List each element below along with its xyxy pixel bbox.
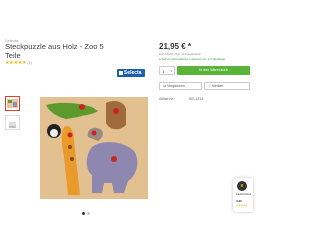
compare-label: Vergleichen: [167, 84, 185, 88]
delivery-status: ● Sofort versandfertig, Lieferzeit ca. 1…: [159, 57, 226, 61]
scales-icon: ⚖: [163, 84, 167, 88]
heart-icon: ♡: [208, 84, 212, 88]
compare-button[interactable]: ⚖ Vergleichen: [159, 82, 202, 90]
gallery-dot[interactable]: [82, 212, 85, 215]
product-title: Steckpuzzle aus Holz - Zoo 5 Teile: [5, 42, 104, 60]
thumbnail-label: Video: [8, 125, 17, 129]
price-note[interactable]: inkl. MwSt. zzgl. Versandkosten: [159, 52, 201, 56]
add-to-cart-button[interactable]: In den Warenkorb: [177, 66, 250, 75]
trusted-shops-seal-icon: e: [237, 181, 247, 191]
stars: ★★★★★: [5, 60, 27, 66]
trusted-shops-badge[interactable]: e Käuferschutz 4,90 ★★★★★: [233, 178, 253, 212]
thumbnail-1[interactable]: [5, 96, 20, 111]
brand-logo[interactable]: Selecta: [117, 69, 145, 77]
brand-logo-text: Selecta: [124, 70, 142, 76]
rating-count: (1): [27, 60, 32, 65]
thumbnail-image-icon: [7, 99, 18, 108]
quantity-select[interactable]: 1 ▾: [159, 66, 175, 75]
quantity-value: 1: [162, 69, 165, 74]
product-image[interactable]: [40, 97, 148, 199]
trust-label: Käuferschutz: [236, 193, 252, 196]
price: 21,95 € *: [159, 42, 192, 51]
wishlist-button[interactable]: ♡ Merken: [204, 82, 250, 90]
wishlist-label: Merken: [212, 84, 224, 88]
trust-stars: ★★★★★: [236, 204, 248, 207]
article-number-value: SEL1234: [189, 97, 203, 101]
article-number-label: Artikel-Nr.:: [159, 97, 175, 101]
logo-mark-icon: [119, 71, 123, 75]
gallery-dot[interactable]: [87, 212, 90, 215]
rating-stars[interactable]: ★★★★★(1): [5, 60, 32, 66]
chevron-down-icon: ▾: [170, 69, 172, 73]
thumbnail-video[interactable]: Video: [5, 115, 20, 130]
gallery-dots: [82, 202, 92, 220]
trust-score: 4,90: [236, 199, 242, 203]
